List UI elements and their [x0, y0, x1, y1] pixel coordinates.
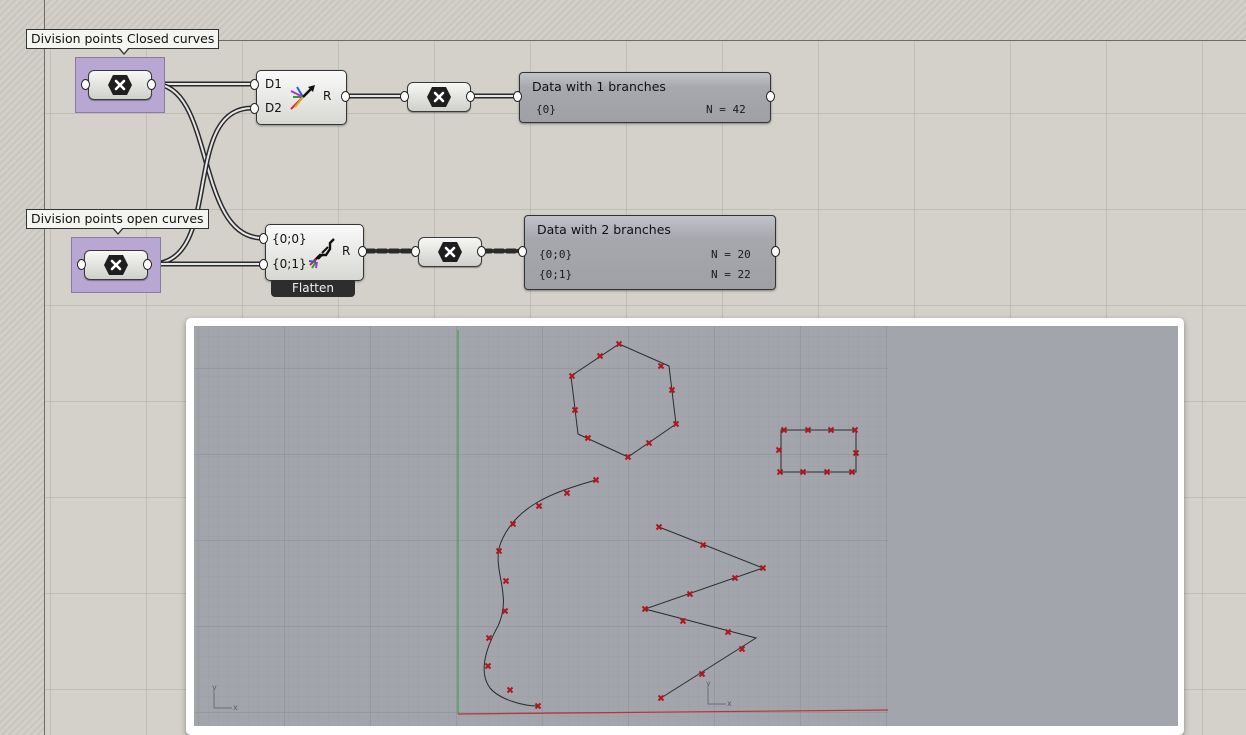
param-open-input-port[interactable]	[77, 259, 86, 270]
panel-data-1-branch[interactable]: Data with 1 branches {0} N = 42	[519, 72, 771, 123]
merge-port-r[interactable]	[341, 91, 350, 102]
merge-input-d2: D2	[265, 101, 282, 115]
relay-icon	[438, 242, 462, 262]
rhino-viewport: y x y x	[194, 326, 1178, 726]
panel-row-path: {0;0}	[539, 248, 573, 261]
flatten-input-0-0: {0;0}	[272, 232, 307, 246]
panel-bottom-output-port[interactable]	[771, 246, 780, 257]
viewport-drawing: y x y x	[194, 326, 889, 726]
panel-row-count: N = 22	[711, 268, 751, 281]
panel-row-path: {0}	[536, 103, 556, 116]
panel-top-output-port[interactable]	[766, 91, 775, 102]
tooltip-open-curves: Division points open curves	[26, 209, 209, 235]
param-open-curves[interactable]	[84, 250, 148, 280]
point-param-icon	[104, 255, 128, 275]
gizmo-x-label: x	[727, 699, 732, 708]
relay-bottom-input-port[interactable]	[411, 246, 420, 257]
param-closed-curves[interactable]	[88, 70, 152, 100]
flatten-port-0-0[interactable]	[259, 233, 268, 244]
flatten-component[interactable]: {0;0} {0;1} R	[265, 224, 364, 281]
flatten-port-r[interactable]	[358, 246, 367, 257]
flatten-label-tag: Flatten	[271, 280, 355, 297]
merge-component[interactable]: D1 D2 R	[256, 70, 347, 125]
panel-row-count: N = 20	[711, 248, 751, 261]
relay-top-input-port[interactable]	[400, 91, 409, 102]
panel-bottom-input-port[interactable]	[518, 246, 527, 257]
gizmo-x-label: x	[233, 703, 238, 712]
relay-bottom[interactable]	[418, 237, 482, 267]
param-open-output-port[interactable]	[143, 259, 152, 270]
panel-row-count: N = 42	[706, 103, 746, 116]
point-param-icon	[108, 75, 132, 95]
merge-input-d1: D1	[265, 77, 282, 91]
flatten-port-0-1[interactable]	[259, 259, 268, 270]
merge-port-d1[interactable]	[250, 79, 259, 90]
flatten-icon	[308, 238, 335, 269]
merge-port-d2[interactable]	[250, 103, 259, 114]
tooltip-closed-curves: Division points Closed curves	[26, 29, 220, 55]
relay-top-output-port[interactable]	[466, 91, 475, 102]
merge-output-r: R	[323, 89, 332, 103]
viewport-grid-major	[194, 326, 888, 726]
panel-row-path: {0;1}	[539, 268, 573, 281]
flatten-output-r: R	[342, 244, 351, 258]
relay-icon	[427, 87, 451, 107]
panel-top-input-port[interactable]	[513, 91, 522, 102]
param-closed-input-port[interactable]	[81, 79, 90, 90]
merge-icon	[290, 85, 315, 110]
panel-data-2-branches[interactable]: Data with 2 branches {0;0} N = 20 {0;1} …	[524, 215, 776, 290]
panel-title: Data with 1 branches	[532, 79, 666, 94]
gizmo-y-label: y	[706, 679, 711, 688]
gizmo-y-label: y	[212, 683, 217, 692]
relay-bottom-output-port[interactable]	[477, 246, 486, 257]
panel-title: Data with 2 branches	[537, 222, 671, 237]
param-closed-output-port[interactable]	[147, 79, 156, 90]
relay-top[interactable]	[407, 82, 471, 112]
flatten-input-0-1: {0;1}	[272, 257, 307, 271]
